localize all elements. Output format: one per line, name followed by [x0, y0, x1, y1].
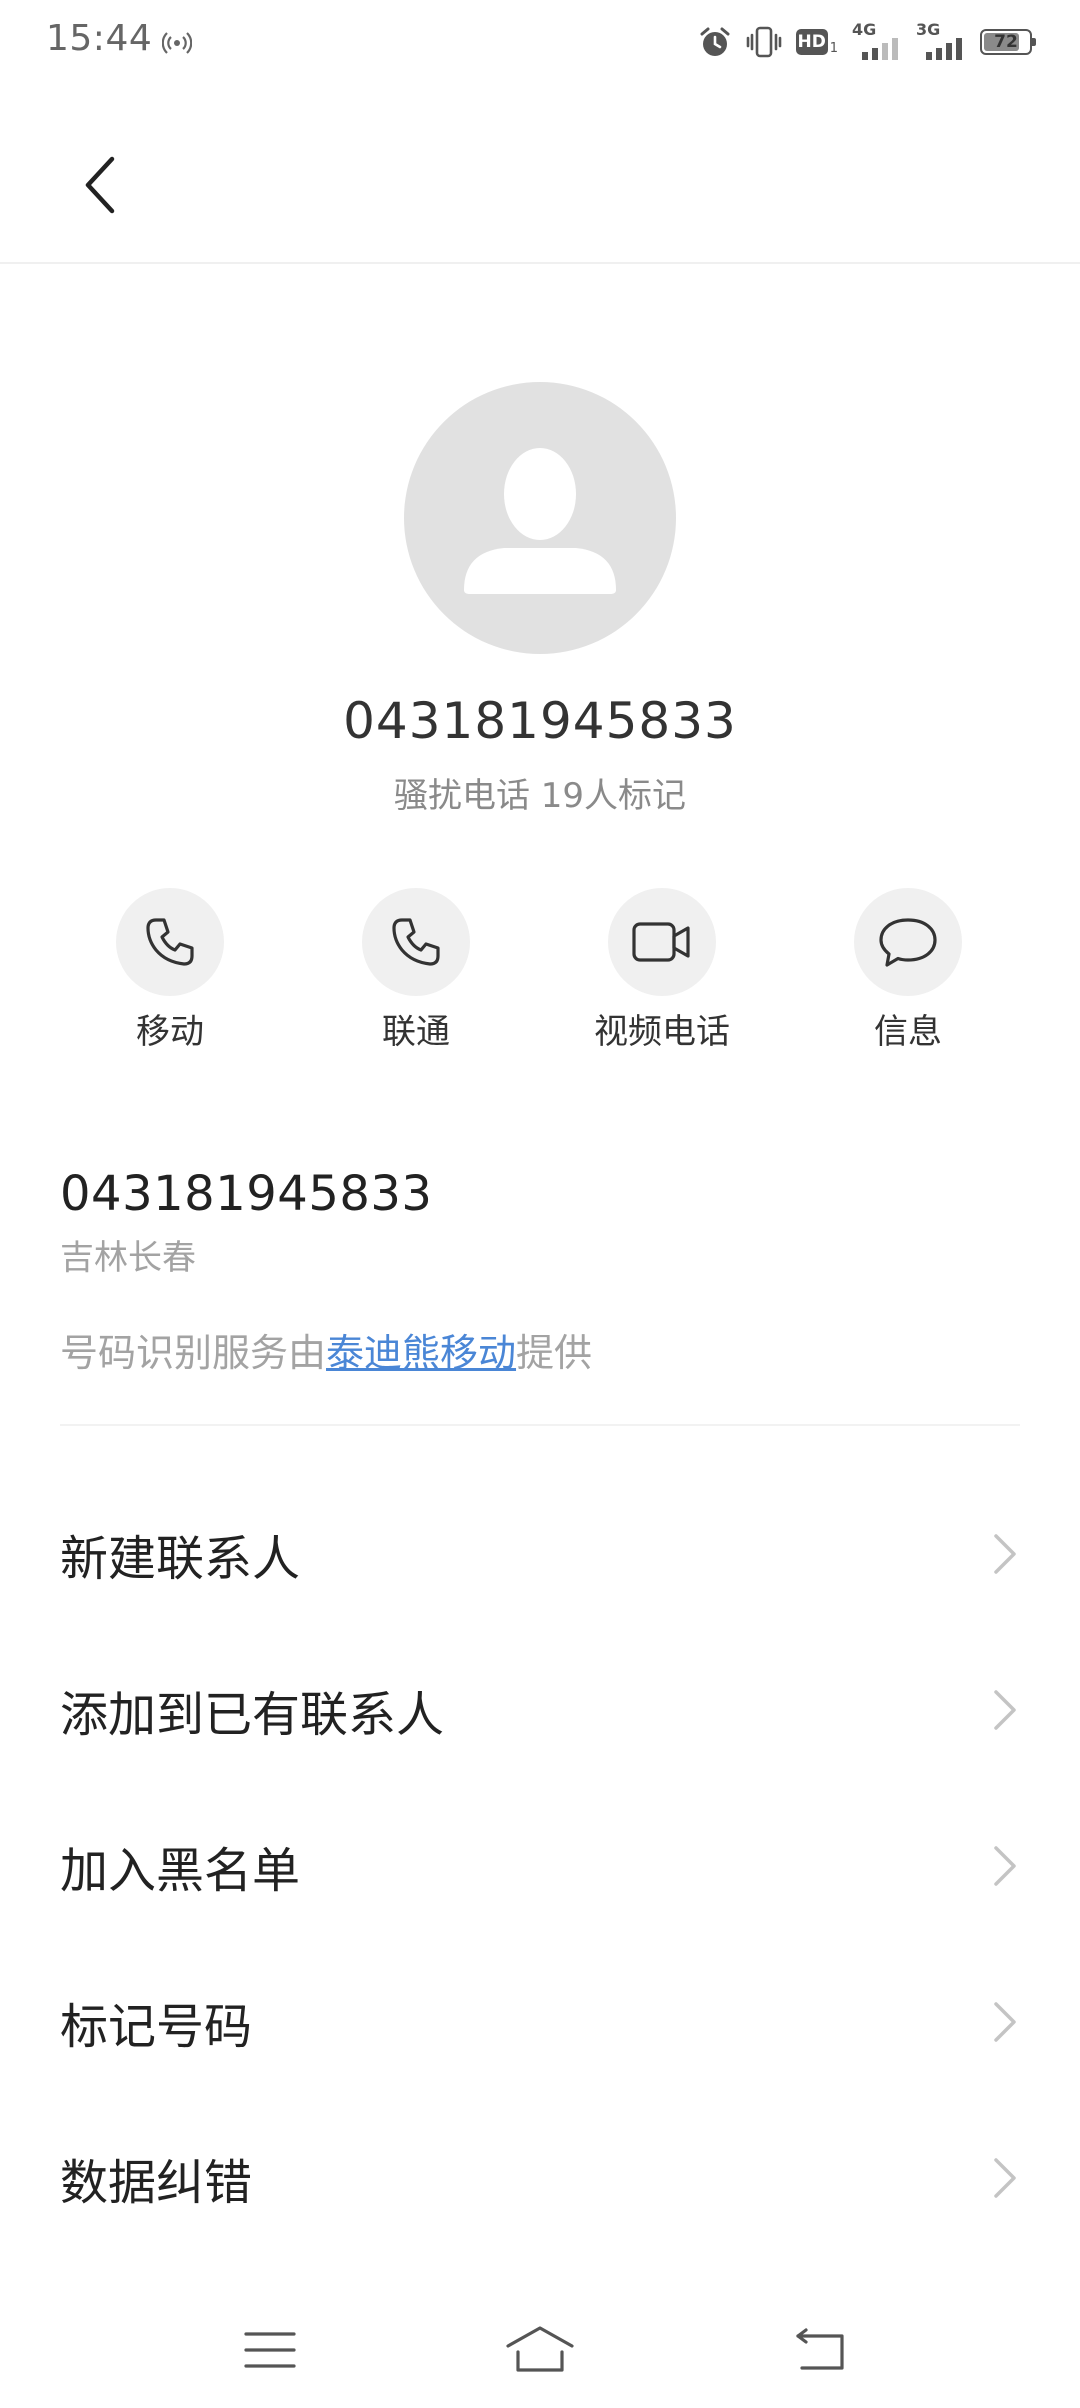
menu-label: 添加到已有联系人	[60, 1687, 445, 1743]
info-number[interactable]: 043181945833	[60, 1166, 432, 1222]
phone-icon	[392, 918, 440, 966]
battery-icon: 72	[980, 29, 1036, 55]
action-label: 联通	[382, 1012, 450, 1052]
caller-number: 043181945833	[343, 692, 737, 750]
action-circle	[854, 888, 962, 996]
menu-label: 标记号码	[60, 1999, 253, 2055]
avatar	[404, 382, 676, 654]
menu-icon	[244, 2332, 296, 2368]
chevron-right-icon	[994, 1690, 1016, 1730]
menu-label: 加入黑名单	[60, 1843, 301, 1899]
action-label: 视频电话	[594, 1012, 730, 1052]
caller-tag: 骚扰电话 19人标记	[393, 776, 687, 816]
action-label: 信息	[874, 1012, 942, 1052]
action-label: 移动	[136, 1012, 204, 1052]
chevron-right-icon	[994, 2002, 1016, 2042]
menu-label: 新建联系人	[60, 1531, 301, 1587]
chevron-right-icon	[994, 1534, 1016, 1574]
video-icon	[632, 922, 690, 962]
menu-item-new-contact[interactable]: 新建联系人	[0, 1476, 1080, 1632]
vibrate-icon	[746, 26, 782, 58]
call-unicom-button[interactable]: 联通	[306, 888, 526, 1052]
menu-item-blacklist[interactable]: 加入黑名单	[0, 1788, 1080, 1944]
signal-4g-label: 4G	[852, 20, 877, 39]
menu-item-mark-number[interactable]: 标记号码	[0, 1944, 1080, 2100]
signal-4g-icon: 4G	[852, 22, 902, 62]
action-circle	[608, 888, 716, 996]
menu-item-data-correction[interactable]: 数据纠错	[0, 2100, 1080, 2256]
home-icon	[506, 2326, 574, 2372]
provider-note: 号码识别服务由泰迪熊移动提供	[60, 1322, 592, 1377]
video-call-button[interactable]: 视频电话	[552, 888, 772, 1052]
signal-3g-label: 3G	[916, 20, 941, 39]
status-icons: HD 1 4G 3G 72	[698, 20, 1036, 64]
back-button[interactable]	[60, 140, 140, 230]
menu-label: 数据纠错	[60, 2155, 253, 2211]
message-button[interactable]: 信息	[798, 888, 1018, 1052]
back-icon	[796, 2328, 844, 2370]
navigation-bar	[0, 2300, 1080, 2408]
phone-icon	[146, 918, 194, 966]
message-icon	[879, 918, 937, 967]
hd-volte-icon: HD 1	[795, 29, 838, 56]
status-bar: 15:44 HD 1 4G 3G 72	[0, 0, 1080, 84]
battery-level: 72	[994, 32, 1018, 52]
action-bar: 移动 联通 视频电话 信息	[0, 888, 1080, 1058]
alarm-icon	[700, 27, 730, 56]
hotspot-icon	[162, 32, 192, 54]
provider-suffix: 提供	[516, 1331, 593, 1375]
call-mobile-button[interactable]: 移动	[60, 888, 280, 1052]
nav-back-button[interactable]	[762, 2310, 882, 2390]
hd-label: HD	[795, 29, 828, 55]
signal-3g-icon: 3G	[916, 22, 966, 62]
header-divider	[0, 262, 1080, 264]
status-time: 15:44	[46, 18, 153, 59]
chevron-right-icon	[994, 2158, 1016, 2198]
provider-prefix: 号码识别服务由	[60, 1331, 327, 1375]
chevron-left-icon	[85, 156, 115, 214]
nav-home-button[interactable]	[480, 2310, 600, 2390]
action-circle	[362, 888, 470, 996]
chevron-right-icon	[994, 1846, 1016, 1886]
nav-menu-button[interactable]	[210, 2310, 330, 2390]
menu-item-add-to-existing[interactable]: 添加到已有联系人	[0, 1632, 1080, 1788]
hd-sub: 1	[829, 41, 838, 56]
info-divider	[60, 1424, 1020, 1426]
info-location: 吉林长春	[60, 1238, 196, 1278]
provider-link[interactable]: 泰迪熊移动	[326, 1331, 516, 1375]
action-circle	[116, 888, 224, 996]
person-icon	[464, 448, 616, 594]
